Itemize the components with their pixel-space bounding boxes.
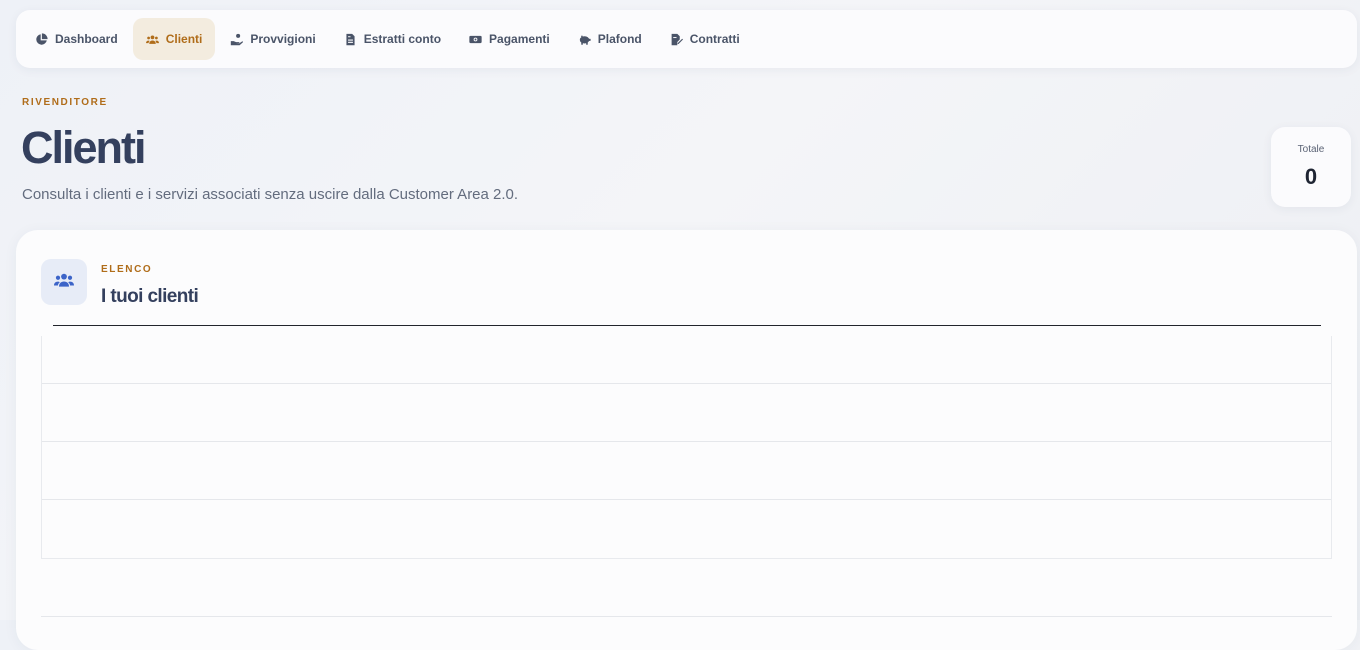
nav-item-label: Plafond xyxy=(597,32,642,46)
table-header-divider xyxy=(53,325,1321,326)
nav-item-label: Pagamenti xyxy=(489,32,550,46)
nav-item-label: Dashboard xyxy=(55,32,118,46)
nav-item-estratti-conto[interactable]: Estratti conto xyxy=(331,18,454,60)
nav-item-contratti[interactable]: Contratti xyxy=(657,18,753,60)
total-value: 0 xyxy=(1304,164,1318,189)
money-bill-icon xyxy=(469,33,482,46)
panel-title: I tuoi clienti xyxy=(101,286,199,307)
nav-item-label: Provvigioni xyxy=(250,32,316,46)
nav-item-label: Estratti conto xyxy=(363,32,442,46)
users-icon xyxy=(54,272,74,293)
nav-item-provvigioni[interactable]: Provvigioni xyxy=(217,18,328,60)
chart-pie-icon xyxy=(35,32,48,46)
hand-coins-icon xyxy=(230,33,244,46)
top-nav: Dashboard Clienti Provvigioni Estratti c… xyxy=(16,10,1357,68)
nav-item-plafond[interactable]: Plafond xyxy=(565,18,655,60)
file-signature-icon xyxy=(670,33,683,46)
piggy-bank-icon xyxy=(578,33,591,46)
table-footer-divider xyxy=(41,616,1332,617)
clients-table xyxy=(41,336,1332,559)
nav-item-label: Contratti xyxy=(689,32,740,46)
page-subtitle: Consulta i clienti e i servizi associati… xyxy=(22,186,519,203)
file-invoice-icon xyxy=(344,33,357,46)
table-row xyxy=(42,336,1331,384)
clients-panel: ELENCO I tuoi clienti xyxy=(16,230,1357,650)
nav-item-pagamenti[interactable]: Pagamenti xyxy=(456,18,563,60)
total-label: Totale xyxy=(1297,144,1325,155)
nav-item-dashboard[interactable]: Dashboard xyxy=(22,18,131,60)
nav-item-label: Clienti xyxy=(165,32,203,46)
table-row xyxy=(42,384,1331,442)
page-eyebrow: RIVENDITORE xyxy=(22,97,108,108)
table-row xyxy=(42,500,1331,558)
total-card: Totale 0 xyxy=(1271,127,1351,207)
table-row xyxy=(42,442,1331,500)
users-icon xyxy=(145,33,159,46)
nav-item-clienti[interactable]: Clienti xyxy=(132,18,216,60)
panel-icon-box xyxy=(41,259,87,305)
panel-eyebrow: ELENCO xyxy=(101,264,153,275)
page-title: Clienti xyxy=(21,122,147,173)
